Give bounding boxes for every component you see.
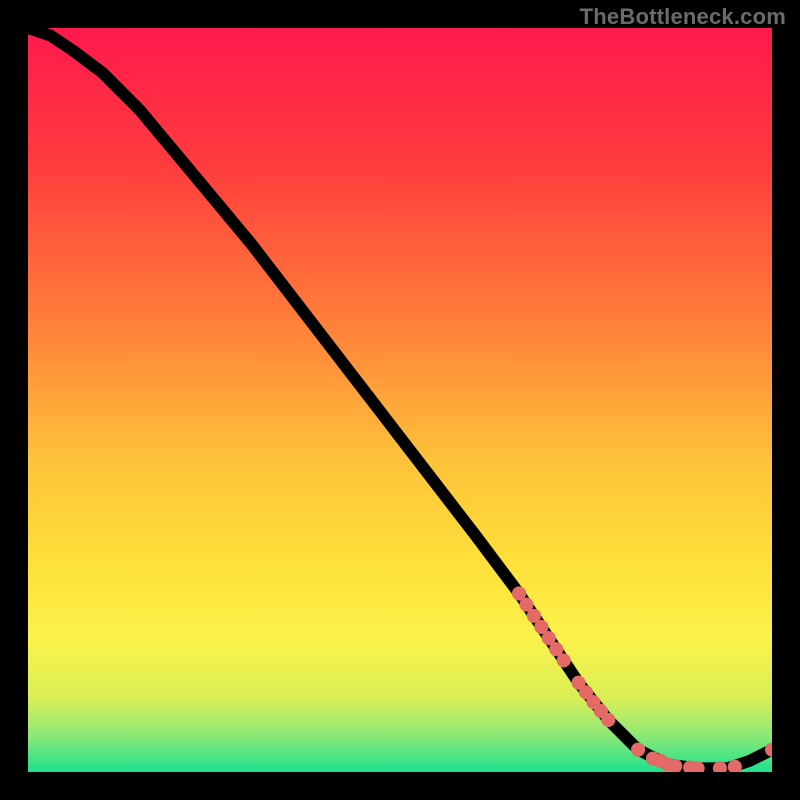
data-marker — [631, 743, 645, 757]
data-marker — [557, 653, 571, 667]
plot-area — [28, 28, 772, 772]
chart-stage: TheBottleneck.com — [0, 0, 800, 800]
curve-layer — [28, 28, 772, 772]
data-marker — [601, 713, 615, 727]
main-curve — [28, 28, 772, 768]
marker-group — [512, 586, 772, 772]
watermark-text: TheBottleneck.com — [580, 4, 786, 30]
